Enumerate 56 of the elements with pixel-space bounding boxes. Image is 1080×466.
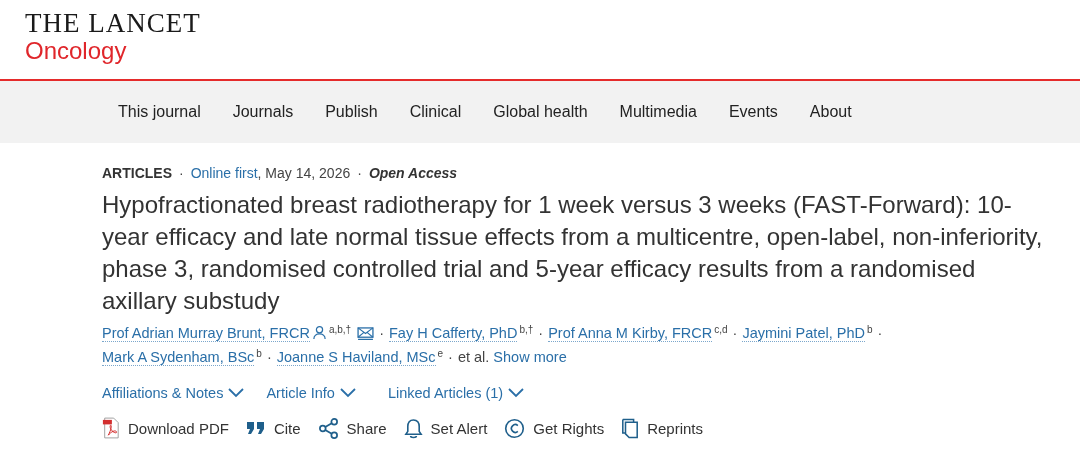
affiliation-marks: b [256,348,262,359]
document-stack-icon [621,417,640,439]
pdf-file-icon [102,417,120,439]
nav-item[interactable]: About [809,103,852,121]
author-link[interactable]: Prof Adrian Murray Brunt, FRCR [102,325,310,342]
article-type: ARTICLES [102,165,172,181]
action-button[interactable]: Set Alert [403,417,488,439]
mail-icon[interactable] [357,327,375,340]
expander-toggle[interactable]: Affiliations & Notes [102,385,245,401]
nav-item[interactable]: Events [728,103,778,121]
et-al-text: et al. [457,349,490,365]
nav-item[interactable]: Global health [493,103,588,121]
nav-item[interactable]: This journal [118,103,201,121]
separator-dot: · [266,349,272,365]
publish-date: , May 14, 2026 [257,165,351,181]
separator-dot: · [448,349,453,365]
action-button[interactable]: Get Rights [504,417,605,439]
chevron-down-icon [339,388,356,398]
chevron-down-icon [508,388,525,398]
article-title: Hypofractionated breast radiotherapy for 1 week versus 3 weeks (FAST-Forward): 10-year efficacy and late normal tissue effects from a multicentre, open-label, non-inferiority, phase 3, randomised controlled trial and 5-year efficacy results from a randomised axillary substudy [102,190,1044,316]
affiliation-marks: b [866,324,873,335]
journal-logo-title[interactable]: THE LANCET [25,9,201,37]
affiliation-marks: b,† [519,324,534,335]
show-more-link[interactable]: Show more [493,349,567,365]
author-link[interactable]: Prof Anna M Kirby, FRCR [548,325,713,342]
action-button[interactable]: Share [317,417,387,439]
quote-icon [245,420,266,436]
author-link[interactable]: Joanne S Haviland, MSc [276,349,436,366]
nav-item[interactable]: Journals [232,103,294,121]
chevron-down-icon [228,388,245,398]
nav-item[interactable]: Publish [325,103,378,121]
author-link[interactable]: Fay H Cafferty, PhD [389,325,518,342]
expander-toggle[interactable]: Article Info [266,385,356,401]
action-button[interactable]: Download PDF [102,417,229,439]
journal-logo-subtitle[interactable]: Oncology [25,37,127,65]
author-link[interactable]: Jaymini Patel, PhD [742,325,865,342]
separator-dot: · [732,325,738,341]
copyright-icon [504,417,526,439]
expander-toggle[interactable]: Linked Articles (1) [387,385,525,401]
action-button[interactable]: Cite [245,417,301,439]
online-first-link[interactable]: Online first [190,165,258,181]
affiliation-marks: a,b,† [328,324,352,335]
open-access-label: Open Access [368,165,458,181]
separator-dot: · [538,325,544,341]
affiliation-marks: e [437,348,444,359]
separator-dot: · [877,325,883,341]
separator-dot: · [379,325,384,341]
affiliation-marks: c,d [714,324,728,335]
separator-dot: · [357,165,362,181]
nav-item[interactable]: Multimedia [619,103,697,121]
nav-item[interactable]: Clinical [409,103,462,121]
action-button[interactable]: Reprints [621,417,704,439]
bell-icon [403,417,423,439]
separator-dot: · [179,165,184,181]
author-link[interactable]: Mark A Sydenham, BSc [102,349,255,366]
share-icon [317,417,339,439]
